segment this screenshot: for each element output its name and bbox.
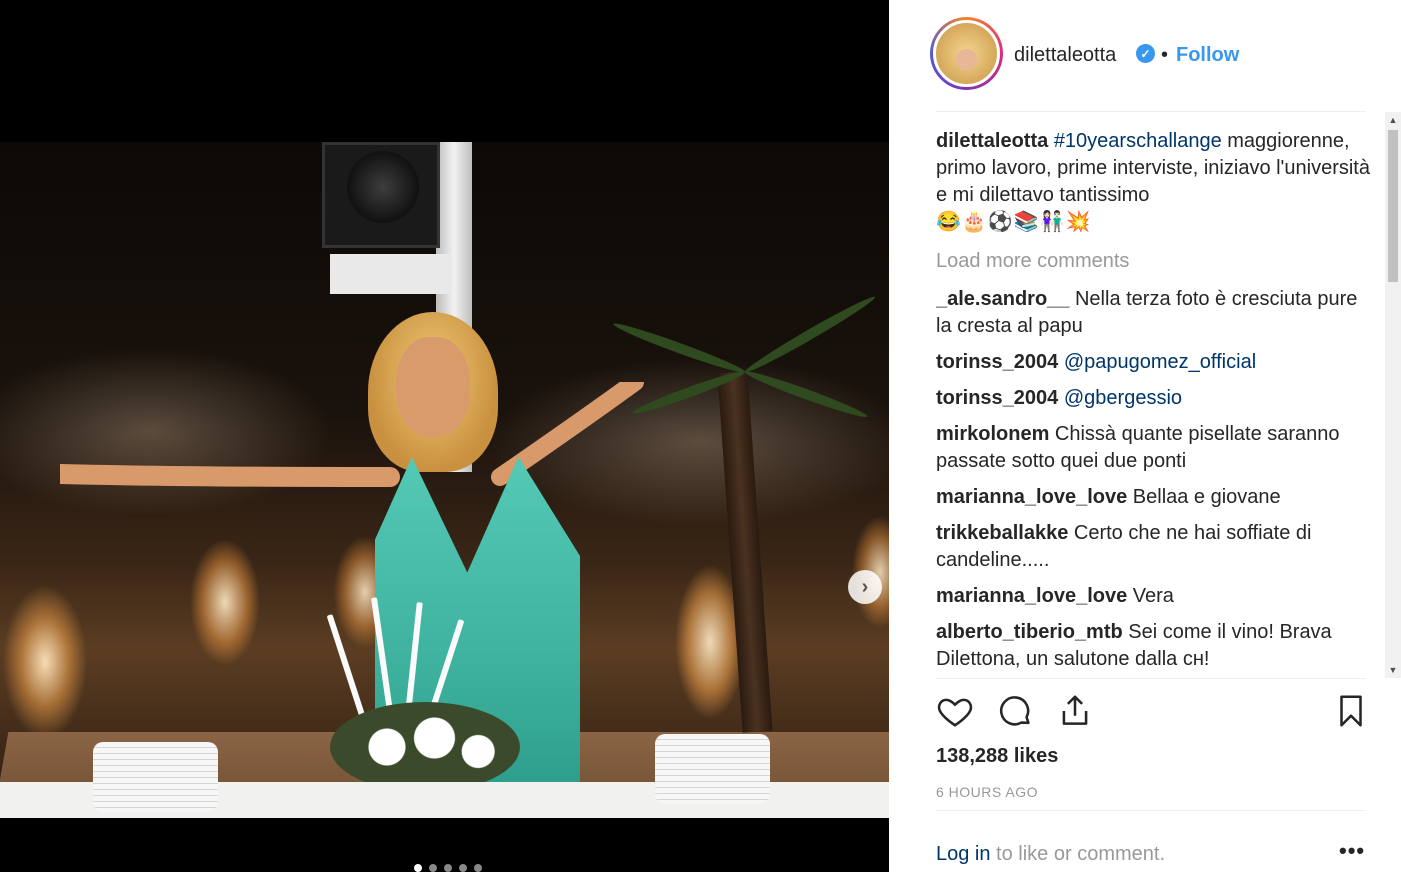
comment-username[interactable]: trikkeballakke <box>936 522 1068 544</box>
comment-username[interactable]: marianna_love_love <box>936 585 1127 607</box>
comment-icon[interactable] <box>996 692 1034 730</box>
photo-woman-face <box>396 337 470 437</box>
photo-flowers <box>330 702 520 792</box>
comment-username[interactable]: marianna_love_love <box>936 486 1127 508</box>
carousel-indicator <box>414 864 482 872</box>
post-username[interactable]: dilettaleotta <box>1014 44 1116 67</box>
avatar[interactable] <box>933 20 1000 87</box>
comment-item: trikkeballakke Certo che ne hai soffiate… <box>936 520 1376 574</box>
post-header: dilettaleotta ✓ • Follow <box>889 0 1401 112</box>
post-caption: dilettaleotta #10yearschallange maggiore… <box>936 128 1376 236</box>
photo-speaker <box>322 142 440 248</box>
carousel-dot[interactable] <box>459 864 467 872</box>
comment-username[interactable]: alberto_tiberio_mtb <box>936 621 1123 643</box>
carousel-dot[interactable] <box>414 864 422 872</box>
comment-item: alberto_tiberio_mtb Sei come il vino! Br… <box>936 619 1376 673</box>
comments-scrollbar[interactable]: ▲ ▼ <box>1385 112 1401 678</box>
header-separator: • <box>1161 44 1169 66</box>
photo-woman-arms <box>50 373 650 492</box>
comment-items: _ale.sandro__ Nella terza foto è cresciu… <box>936 286 1376 673</box>
post-actions <box>936 692 1366 734</box>
divider <box>936 810 1366 811</box>
photo-bracket <box>330 254 450 294</box>
comment-item: torinss_2004 @gbergessio <box>936 385 1376 412</box>
avatar-story-ring[interactable] <box>930 17 1003 90</box>
scroll-thumb[interactable] <box>1388 130 1398 282</box>
divider <box>936 678 1366 679</box>
heart-icon[interactable] <box>936 692 974 730</box>
verified-icon: ✓ <box>1136 44 1155 63</box>
comment-item: _ale.sandro__ Nella terza foto è cresciu… <box>936 286 1376 340</box>
comment-item: marianna_love_love Vera <box>936 583 1376 610</box>
follow-button[interactable]: Follow <box>1176 44 1239 67</box>
divider <box>936 111 1366 112</box>
carousel-dot[interactable] <box>429 864 437 872</box>
comment-text: Bellaa e giovane <box>1132 486 1281 508</box>
post-timestamp[interactable]: 6 HOURS AGO <box>936 784 1038 800</box>
comment-mention[interactable]: @papugomez_official <box>1064 351 1256 373</box>
caption-emojis: 😂🎂⚽📚👫🏻💥 <box>936 211 1092 233</box>
photo-palm-frond <box>743 367 869 422</box>
post-media: › <box>0 0 900 872</box>
carousel-dot[interactable] <box>444 864 452 872</box>
login-link[interactable]: Log in <box>936 843 991 865</box>
load-more-comments-button[interactable]: Load more comments <box>936 248 1376 275</box>
scroll-down-icon[interactable]: ▼ <box>1385 662 1401 678</box>
comment-text: Vera <box>1132 585 1174 607</box>
comment-username[interactable]: _ale.sandro__ <box>936 288 1069 310</box>
like-count[interactable]: 138,288 likes <box>936 745 1058 768</box>
photo-plates <box>655 734 770 804</box>
photo-palm-frond <box>611 319 747 377</box>
comment-username[interactable]: torinss_2004 <box>936 387 1058 409</box>
photo-palm-trunk <box>717 371 773 733</box>
scroll-up-icon[interactable]: ▲ <box>1385 112 1401 128</box>
photo-plates <box>93 742 218 812</box>
bookmark-icon[interactable] <box>1332 692 1370 730</box>
comment-item: torinss_2004 @papugomez_official <box>936 349 1376 376</box>
post-photo[interactable]: › <box>0 142 900 818</box>
comment-item: marianna_love_love Bellaa e giovane <box>936 484 1376 511</box>
caption-username[interactable]: dilettaleotta <box>936 130 1048 152</box>
comment-list: dilettaleotta #10yearschallange maggiore… <box>936 128 1376 678</box>
caption-hashtag[interactable]: #10yearschallange <box>1054 130 1222 152</box>
more-options-button[interactable]: ••• <box>1339 838 1365 864</box>
comment-username[interactable]: mirkolonem <box>936 423 1049 445</box>
chevron-right-icon[interactable]: › <box>848 570 882 604</box>
login-prompt-text: to like or comment. <box>990 843 1166 865</box>
comment-item: mirkolonem Chissà quante pisellate saran… <box>936 421 1376 475</box>
carousel-dot[interactable] <box>474 864 482 872</box>
comment-username[interactable]: torinss_2004 <box>936 351 1058 373</box>
post-sidebar: dilettaleotta ✓ • Follow dilettaleotta #… <box>889 0 1401 872</box>
login-prompt: Log in to like or comment. <box>936 843 1165 866</box>
comment-mention[interactable]: @gbergessio <box>1064 387 1182 409</box>
share-icon[interactable] <box>1056 692 1094 730</box>
photo-palm-frond <box>742 292 878 377</box>
